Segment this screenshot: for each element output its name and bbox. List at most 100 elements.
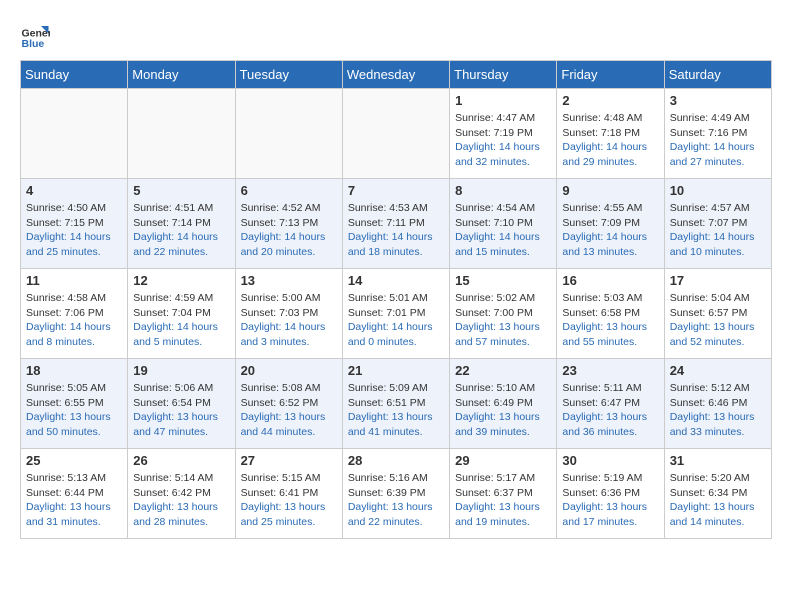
day-number: 12 (133, 273, 229, 288)
day-number: 2 (562, 93, 658, 108)
daylight-text: Daylight: 13 hours and 33 minutes. (670, 411, 755, 438)
daylight-text: Daylight: 14 hours and 15 minutes. (455, 231, 540, 258)
sunset-text: Sunset: 7:07 PM (670, 217, 748, 229)
calendar-cell: 3Sunrise: 4:49 AMSunset: 7:16 PMDaylight… (664, 89, 771, 179)
sunrise-text: Sunrise: 4:57 AM (670, 202, 750, 214)
day-info: Sunrise: 5:13 AMSunset: 6:44 PMDaylight:… (26, 471, 122, 530)
calendar-cell: 23Sunrise: 5:11 AMSunset: 6:47 PMDayligh… (557, 359, 664, 449)
calendar-cell: 25Sunrise: 5:13 AMSunset: 6:44 PMDayligh… (21, 449, 128, 539)
daylight-text: Daylight: 13 hours and 39 minutes. (455, 411, 540, 438)
sunrise-text: Sunrise: 5:04 AM (670, 292, 750, 304)
daylight-text: Daylight: 14 hours and 20 minutes. (241, 231, 326, 258)
calendar-cell: 10Sunrise: 4:57 AMSunset: 7:07 PMDayligh… (664, 179, 771, 269)
calendar-table: SundayMondayTuesdayWednesdayThursdayFrid… (20, 60, 772, 539)
day-number: 11 (26, 273, 122, 288)
weekday-header-saturday: Saturday (664, 61, 771, 89)
sunrise-text: Sunrise: 4:58 AM (26, 292, 106, 304)
calendar-cell: 15 Sunrise: 5:02 AM Sunset: 7:00 PM Dayligh… (450, 269, 557, 359)
sunrise-text: Sunrise: 5:02 AM (455, 292, 535, 304)
sunset-text: Sunset: 7:10 PM (455, 217, 533, 229)
day-number: 29 (455, 453, 551, 468)
day-info: Sunrise: 4:48 AMSunset: 7:18 PMDaylight:… (562, 111, 658, 170)
daylight-text: Daylight: 13 hours and 41 minutes. (348, 411, 433, 438)
weekday-header-wednesday: Wednesday (342, 61, 449, 89)
day-number: 26 (133, 453, 229, 468)
sunset-text: Sunset: 6:49 PM (455, 397, 533, 409)
calendar-cell: 28Sunrise: 5:16 AMSunset: 6:39 PMDayligh… (342, 449, 449, 539)
daylight-text: Daylight: 13 hours and 57 minutes. (455, 321, 540, 348)
calendar-cell: 17Sunrise: 5:04 AMSunset: 6:57 PMDayligh… (664, 269, 771, 359)
sunset-text: Sunset: 6:42 PM (133, 487, 211, 499)
day-number: 9 (562, 183, 658, 198)
sunrise-text: Sunrise: 5:14 AM (133, 472, 213, 484)
day-number: 19 (133, 363, 229, 378)
day-info: Sunrise: 5:15 AM Sunset: 6:41 PM Daylight:… (241, 471, 337, 530)
sunset-text: Sunset: 6:37 PM (455, 487, 533, 499)
calendar-cell: 9 Sunrise: 4:55 AMSunset: 7:09 PMDaylight… (557, 179, 664, 269)
daylight-text: Daylight: 13 hours and 17 minutes. (562, 501, 647, 528)
daylight-text: Daylight: 13 hours and 50 minutes. (26, 411, 111, 438)
day-info: Sunrise: 5:03 AMSunset: 6:58 PMDaylight:… (562, 291, 658, 350)
day-number: 8 (455, 183, 551, 198)
calendar-cell (342, 89, 449, 179)
day-info: Sunrise: 5:12 AMSunset: 6:46 PMDaylight:… (670, 381, 766, 440)
calendar-cell: 2 Sunrise: 4:48 AMSunset: 7:18 PMDaylight… (557, 89, 664, 179)
sunset-text: Sunset: 7:00 PM (455, 307, 533, 319)
sunrise-text: Sunrise: 5:12 AM (670, 382, 750, 394)
sunset-text: Sunset: 7:04 PM (133, 307, 211, 319)
day-number: 20 (241, 363, 337, 378)
day-info: Sunrise: 5:11 AMSunset: 6:47 PMDaylight:… (562, 381, 658, 440)
page-header: General Blue (20, 20, 772, 50)
calendar-cell (21, 89, 128, 179)
sunset-text: Sunset: 6:47 PM (562, 397, 640, 409)
daylight-text: Daylight: 14 hours and 8 minutes. (26, 321, 111, 348)
day-number: 6 (241, 183, 337, 198)
calendar-cell: 26 Sunrise: 5:14 AM Sunset: 6:42 PM Dayligh… (128, 449, 235, 539)
calendar-week-row: 25Sunrise: 5:13 AMSunset: 6:44 PMDayligh… (21, 449, 772, 539)
sunrise-text: Sunrise: 5:15 AM (241, 472, 321, 484)
calendar-cell: 18Sunrise: 5:05 AMSunset: 6:55 PMDayligh… (21, 359, 128, 449)
day-info: Sunrise: 5:09 AMSunset: 6:51 PMDaylight:… (348, 381, 444, 440)
day-info: Sunrise: 4:55 AMSunset: 7:09 PMDaylight:… (562, 201, 658, 260)
sunrise-text: Sunrise: 4:48 AM (562, 112, 642, 124)
daylight-text: Daylight: 13 hours and 28 minutes. (133, 501, 218, 528)
sunset-text: Sunset: 6:41 PM (241, 487, 319, 499)
daylight-text: Daylight: 13 hours and 31 minutes. (26, 501, 111, 528)
daylight-text: Daylight: 14 hours and 29 minutes. (562, 141, 647, 168)
day-info: Sunrise: 5:00 AMSunset: 7:03 PMDaylight:… (241, 291, 337, 350)
day-number: 10 (670, 183, 766, 198)
sunset-text: Sunset: 7:06 PM (26, 307, 104, 319)
calendar-cell: 16Sunrise: 5:03 AMSunset: 6:58 PMDayligh… (557, 269, 664, 359)
daylight-text: Daylight: 14 hours and 18 minutes. (348, 231, 433, 258)
sunrise-text: Sunrise: 4:49 AM (670, 112, 750, 124)
sunrise-text: Sunrise: 5:11 AM (562, 382, 641, 394)
sunset-text: Sunset: 7:11 PM (348, 217, 425, 229)
day-info: Sunrise: 5:14 AM Sunset: 6:42 PM Daylight:… (133, 471, 229, 530)
day-number: 22 (455, 363, 551, 378)
daylight-text: Daylight: 13 hours and 14 minutes. (670, 501, 755, 528)
calendar-cell: 7Sunrise: 4:53 AMSunset: 7:11 PMDaylight… (342, 179, 449, 269)
daylight-text: Daylight: 13 hours and 19 minutes. (455, 501, 540, 528)
sunset-text: Sunset: 6:51 PM (348, 397, 426, 409)
calendar-cell: 29Sunrise: 5:17 AMSunset: 6:37 PMDayligh… (450, 449, 557, 539)
day-number: 3 (670, 93, 766, 108)
logo-icon: General Blue (20, 20, 50, 50)
daylight-text: Daylight: 13 hours and 25 minutes. (241, 501, 326, 528)
sunset-text: Sunset: 7:03 PM (241, 307, 319, 319)
sunrise-text: Sunrise: 4:55 AM (562, 202, 642, 214)
calendar-cell: 19Sunrise: 5:06 AMSunset: 6:54 PMDayligh… (128, 359, 235, 449)
calendar-cell: 12Sunrise: 4:59 AMSunset: 7:04 PMDayligh… (128, 269, 235, 359)
day-info: Sunrise: 4:52 AMSunset: 7:13 PMDaylight:… (241, 201, 337, 260)
sunset-text: Sunset: 6:57 PM (670, 307, 748, 319)
sunset-text: Sunset: 7:14 PM (133, 217, 211, 229)
sunrise-text: Sunrise: 5:01 AM (348, 292, 428, 304)
daylight-text: Daylight: 14 hours and 32 minutes. (455, 141, 540, 168)
weekday-header-tuesday: Tuesday (235, 61, 342, 89)
calendar-week-row: 11 Sunrise: 4:58 AM Sunset: 7:06 PM Dayligh… (21, 269, 772, 359)
calendar-cell: 6 Sunrise: 4:52 AMSunset: 7:13 PMDaylight… (235, 179, 342, 269)
day-number: 15 (455, 273, 551, 288)
sunrise-text: Sunrise: 4:59 AM (133, 292, 213, 304)
sunset-text: Sunset: 6:55 PM (26, 397, 104, 409)
weekday-header-monday: Monday (128, 61, 235, 89)
calendar-cell: 24Sunrise: 5:12 AMSunset: 6:46 PMDayligh… (664, 359, 771, 449)
